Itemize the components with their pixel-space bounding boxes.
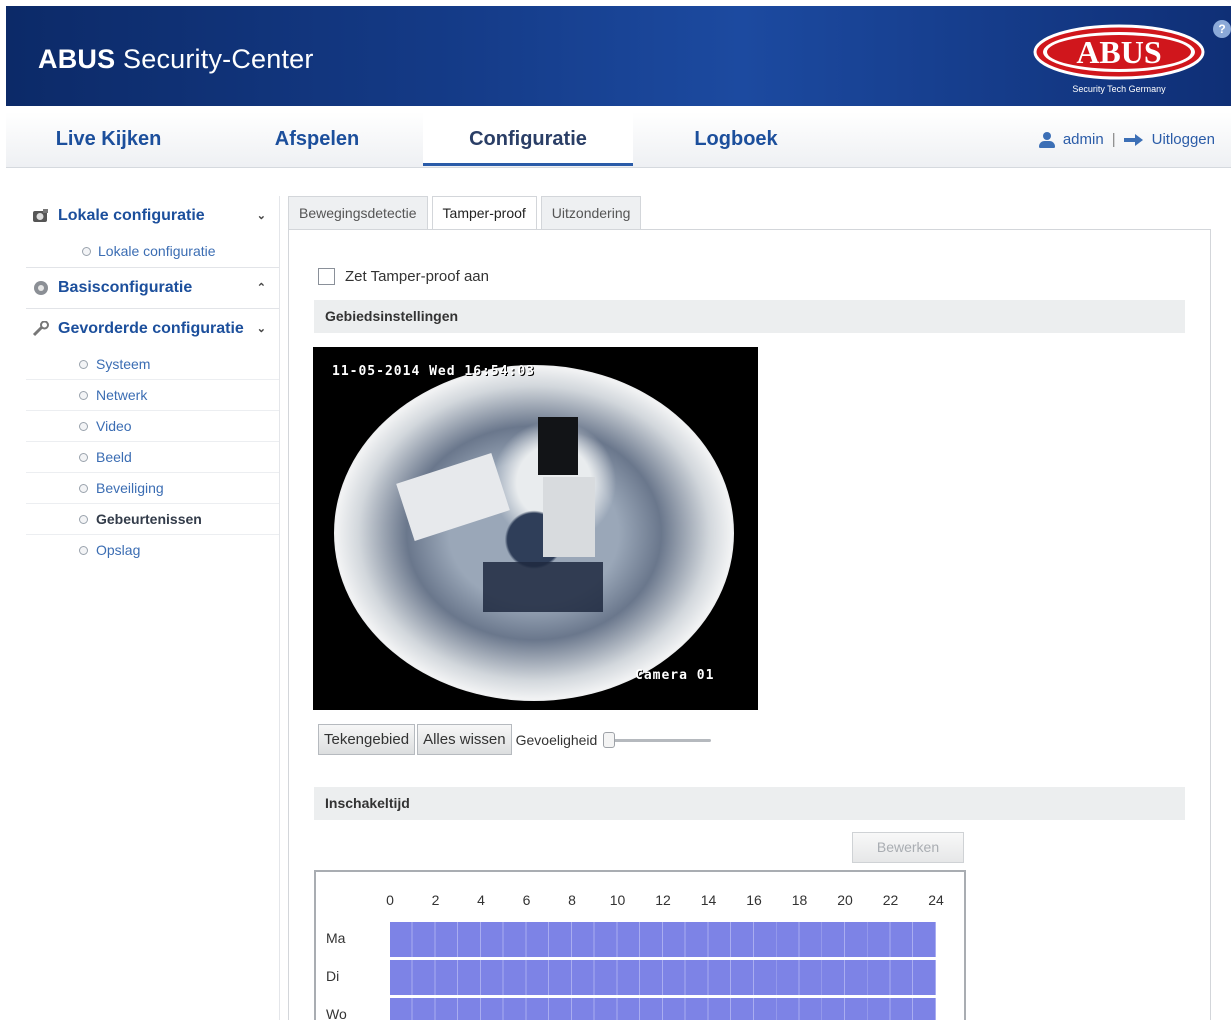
tab-afspelen[interactable]: Afspelen xyxy=(211,112,423,166)
schedule-hour-grid xyxy=(390,960,936,995)
schedule-day-label: Di xyxy=(326,968,340,984)
clear-all-button[interactable]: Alles wissen xyxy=(417,724,512,755)
schedule-hour-label: 8 xyxy=(568,892,576,908)
scene-floor xyxy=(483,562,603,612)
bullet-icon xyxy=(79,391,88,400)
enable-tamper-label: Zet Tamper-proof aan xyxy=(345,268,489,285)
tab-tamper-proof[interactable]: Tamper-proof xyxy=(431,196,537,230)
enable-tamper-row: Zet Tamper-proof aan xyxy=(318,268,489,285)
tab-logboek[interactable]: Logboek xyxy=(633,112,839,166)
schedule-hour-label: 12 xyxy=(655,892,671,908)
schedule-day-bar[interactable] xyxy=(390,960,936,995)
sidebar-rule xyxy=(279,196,280,1020)
bullet-icon xyxy=(79,360,88,369)
user-icon xyxy=(1038,131,1055,148)
bullet-icon xyxy=(82,247,91,256)
schedule-hour-label: 2 xyxy=(431,892,440,908)
video-timestamp: 11-05-2014 Wed 16:54:03 xyxy=(332,364,536,379)
tab-configuratie[interactable]: Configuratie xyxy=(423,112,633,166)
chevron-down-icon[interactable]: ⌄ xyxy=(257,196,266,236)
video-camera-label: Camera 01 xyxy=(635,668,715,683)
scene-cabinet xyxy=(543,477,595,557)
logout-icon[interactable] xyxy=(1123,133,1144,146)
sensitivity-slider[interactable] xyxy=(603,731,712,748)
schedule-hour-label: 0 xyxy=(386,892,394,908)
sidebar-item-beeld[interactable]: Beeld xyxy=(26,442,280,473)
bullet-icon xyxy=(79,453,88,462)
sidebar-group-gevorderde-configuratie[interactable]: Gevorderde configuratie ⌄ xyxy=(26,309,280,349)
sidebar-item-gebeurtenissen[interactable]: Gebeurtenissen xyxy=(26,504,280,535)
schedule-day-label: Wo xyxy=(326,1006,347,1020)
main-nav: Live Kijken Afspelen Configuratie Logboe… xyxy=(6,112,1231,168)
edit-schedule-button[interactable]: Bewerken xyxy=(852,832,964,863)
sidebar-item-opslag[interactable]: Opslag xyxy=(26,535,280,566)
username: admin xyxy=(1062,131,1104,148)
app-title: ABUS Security-Center xyxy=(38,44,314,74)
slider-thumb[interactable] xyxy=(603,731,616,748)
sidebar-item-beveiliging[interactable]: Beveiliging xyxy=(26,473,280,504)
schedule-hour-grid xyxy=(390,998,936,1020)
wrench-icon xyxy=(32,321,49,337)
gear-icon xyxy=(34,281,48,295)
schedule-heading: Inschakeltijd xyxy=(314,787,1185,820)
bullet-icon xyxy=(79,515,88,524)
sidebar-item-video[interactable]: Video xyxy=(26,411,280,442)
area-controls: Tekengebied Alles wissen Gevoeligheid xyxy=(318,724,712,755)
schedule-hour-label: 14 xyxy=(700,892,717,908)
chevron-up-icon[interactable]: ⌃ xyxy=(257,268,266,308)
schedule-day-bar[interactable] xyxy=(390,922,936,957)
bullet-icon xyxy=(79,484,88,493)
slider-track[interactable] xyxy=(603,738,712,742)
sidebar-item-netwerk[interactable]: Netwerk xyxy=(26,380,280,411)
abus-logo: ABUS Security Tech Germany xyxy=(1033,24,1205,94)
sidebar-group-lokale-configuratie[interactable]: Lokale configuratie ⌄ xyxy=(26,196,280,236)
sidebar-item-lokale-configuratie[interactable]: Lokale configuratie xyxy=(26,236,280,267)
schedule-hour-label: 4 xyxy=(477,892,485,908)
tab-live-kijken[interactable]: Live Kijken xyxy=(6,112,211,166)
schedule-hour-label: 18 xyxy=(791,892,808,908)
schedule-hour-label: 16 xyxy=(746,892,762,908)
schedule-hour-label: 24 xyxy=(928,892,944,908)
chevron-down-icon[interactable]: ⌄ xyxy=(257,309,266,349)
schedule-hour-label: 20 xyxy=(837,892,853,908)
event-tabs: Bewegingsdetectie Tamper-proof Uitzonder… xyxy=(288,196,642,230)
bullet-icon xyxy=(79,546,88,555)
help-icon[interactable]: ? xyxy=(1213,20,1231,38)
schedule-day-bar[interactable] xyxy=(390,998,936,1020)
schedule-hour-label: 10 xyxy=(609,892,626,908)
scene-monitor xyxy=(538,417,578,475)
schedule-grid[interactable]: 0 2 4 6 8 10 12 14 16 18 20 22 24 Ma Di Wo xyxy=(314,870,966,1020)
schedule-day-label: Ma xyxy=(326,930,346,946)
user-area: admin | Uitloggen xyxy=(1038,131,1215,148)
schedule-hour-label: 6 xyxy=(522,892,531,908)
camera-settings-icon xyxy=(33,209,48,222)
tab-uitzondering[interactable]: Uitzondering xyxy=(540,196,642,229)
svg-text:ABUS: ABUS xyxy=(1076,34,1161,70)
config-sidebar: Lokale configuratie ⌄ Lokale configurati… xyxy=(26,196,280,566)
fisheye-image xyxy=(334,365,734,701)
schedule-hour-label: 22 xyxy=(882,892,899,908)
draw-area-button[interactable]: Tekengebied xyxy=(318,724,416,755)
sidebar-group-basisconfiguratie[interactable]: Basisconfiguratie ⌃ xyxy=(26,268,280,308)
nav-separator: | xyxy=(1111,131,1116,148)
tab-bewegingsdetectie[interactable]: Bewegingsdetectie xyxy=(288,196,428,229)
svg-text:Security Tech Germany: Security Tech Germany xyxy=(1072,84,1166,94)
area-settings-heading: Gebiedsinstellingen xyxy=(314,300,1185,333)
camera-preview[interactable]: 11-05-2014 Wed 16:54:03 Camera 01 xyxy=(313,347,758,710)
bullet-icon xyxy=(79,422,88,431)
schedule-hour-grid xyxy=(390,922,936,957)
logout-link[interactable]: Uitloggen xyxy=(1152,131,1215,148)
enable-tamper-checkbox[interactable] xyxy=(318,268,335,285)
sidebar-item-systeem[interactable]: Systeem xyxy=(26,349,280,380)
app-header: ABUS Security-Center ABUS Security Tech … xyxy=(6,6,1231,106)
sensitivity-label: Gevoeligheid xyxy=(515,731,598,748)
